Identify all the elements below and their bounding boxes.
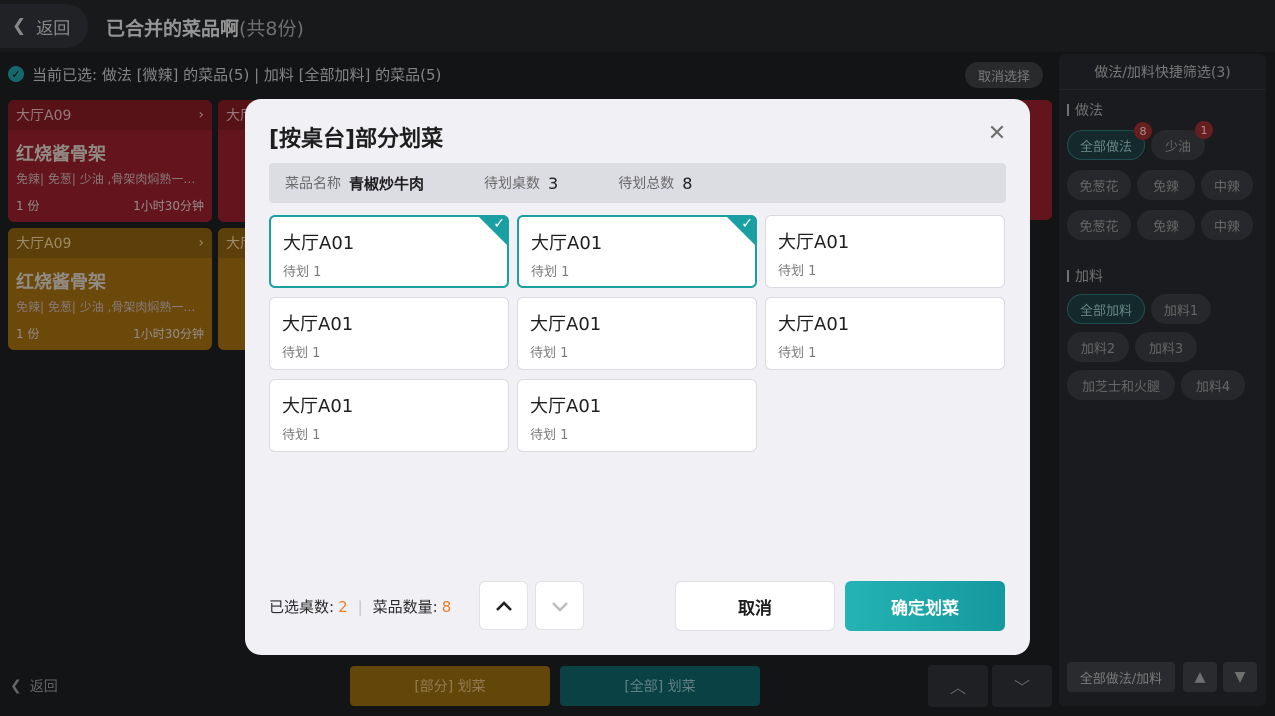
table-card[interactable]: 大厅A01 待划 1 — [517, 379, 757, 452]
pending-total-value: 8 — [682, 173, 693, 193]
table-pending: 待划 1 — [531, 265, 570, 280]
table-name: 大厅A01 — [283, 233, 355, 254]
table-pending: 待划 1 — [530, 428, 569, 443]
selection-summary: 已选桌数: 2 | 菜品数量: 8 — [269, 596, 451, 617]
pending-total-label: 待划总数 — [618, 176, 675, 192]
table-card[interactable]: 大厅A01 待划 1 — [269, 379, 509, 452]
pending-tables-value: 3 — [548, 173, 559, 193]
cancel-button[interactable]: 取消 — [675, 581, 835, 631]
table-card[interactable]: 大厅A01 待划 1 — [765, 215, 1005, 288]
table-pending: 待划 1 — [283, 265, 322, 280]
selected-tables-value: 2 — [338, 597, 348, 616]
scroll-up-button[interactable] — [479, 581, 528, 630]
dialog-title: [按桌台]部分划菜 — [269, 127, 444, 152]
pending-tables-label: 待划桌数 — [484, 176, 541, 192]
table-name: 大厅A01 — [530, 396, 602, 417]
table-card[interactable]: 大厅A01 待划 1 — [517, 297, 757, 370]
confirm-serve-button[interactable]: 确定划菜 — [845, 581, 1005, 631]
chevron-down-icon — [551, 601, 568, 612]
table-name: 大厅A01 — [530, 314, 602, 335]
dish-info-strip: 菜品名称 青椒炒牛肉 待划桌数 3 待划总数 8 — [269, 163, 1006, 203]
selected-tables-label: 已选桌数: — [269, 598, 335, 616]
dish-qty-label: 菜品数量: — [372, 598, 438, 616]
partial-serve-dialog: [按桌台]部分划菜 ✕ 菜品名称 青椒炒牛肉 待划桌数 3 待划总数 8 大厅A… — [245, 99, 1030, 655]
scroll-down-button[interactable] — [535, 581, 584, 630]
table-name: 大厅A01 — [282, 314, 354, 335]
table-pending: 待划 1 — [778, 264, 817, 279]
table-name: 大厅A01 — [778, 232, 850, 253]
check-icon: ✓ — [493, 216, 505, 232]
dish-name-label: 菜品名称 — [285, 176, 341, 192]
check-icon: ✓ — [741, 216, 753, 232]
table-name: 大厅A01 — [778, 314, 850, 335]
dish-qty-value: 8 — [441, 597, 452, 616]
chevron-up-icon — [495, 600, 512, 611]
table-name: 大厅A01 — [282, 396, 354, 417]
dish-name-value: 青椒炒牛肉 — [349, 174, 425, 193]
table-name: 大厅A01 — [531, 233, 603, 254]
table-card[interactable]: 大厅A01 待划 1 ✓ — [517, 215, 757, 288]
table-pending: 待划 1 — [282, 428, 321, 443]
close-icon[interactable]: ✕ — [986, 123, 1008, 145]
table-pending: 待划 1 — [530, 346, 569, 361]
table-pending: 待划 1 — [778, 346, 817, 361]
table-card[interactable]: 大厅A01 待划 1 ✓ — [269, 215, 509, 288]
table-card[interactable]: 大厅A01 待划 1 — [269, 297, 509, 370]
table-pending: 待划 1 — [282, 346, 321, 361]
table-card[interactable]: 大厅A01 待划 1 — [765, 297, 1005, 370]
summary-divider: | — [357, 597, 363, 616]
